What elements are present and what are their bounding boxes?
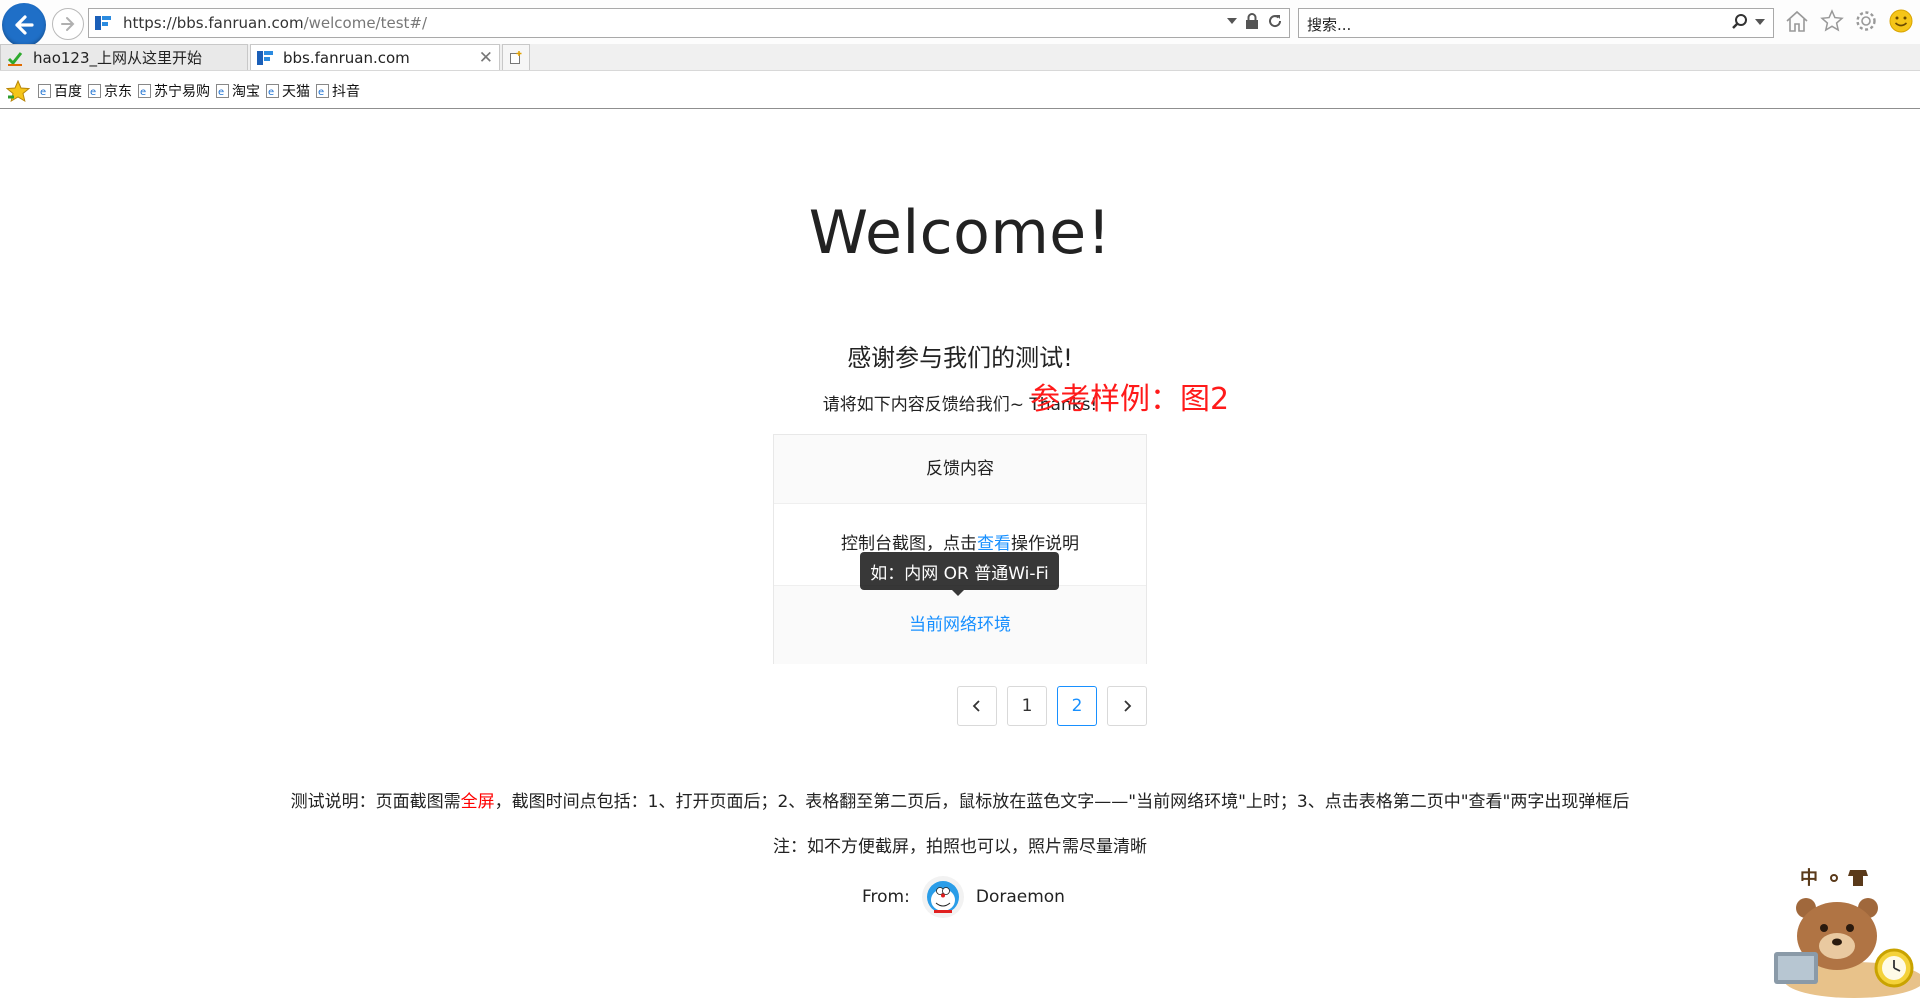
svg-text:e: e — [40, 87, 46, 98]
favorite-tmall[interactable]: e 天猫 — [266, 81, 310, 101]
page-content: Welcome! 感谢参与我们的测试! 请将如下内容反馈给我们~ Thanks!… — [0, 110, 1920, 1002]
page-icon: e — [38, 84, 51, 98]
new-tab-icon — [510, 50, 522, 64]
note-text: ，截图时间点包括：1、打开页面后；2、表格翻至第二页后，鼠标放在蓝色文字——"当… — [494, 792, 1630, 812]
svg-text:e: e — [318, 87, 324, 98]
favorite-baidu[interactable]: e 百度 — [38, 81, 82, 101]
prev-page-button[interactable] — [957, 686, 997, 726]
fullscreen-highlight: 全屏 — [460, 792, 495, 812]
search-placeholder: 搜索... — [1307, 16, 1352, 34]
search-icon[interactable] — [1731, 13, 1749, 31]
fanruan-favicon-icon — [95, 16, 111, 30]
favorites-center-icon[interactable] — [6, 80, 30, 102]
row-text: 操作说明 — [1011, 534, 1079, 554]
tab-fanruan[interactable]: bbs.fanruan.com ✕ — [250, 44, 500, 70]
forward-arrow-icon — [61, 17, 75, 31]
feedback-request: 请将如下内容反馈给我们~ Thanks! — [822, 395, 1098, 415]
doraemon-avatar-icon — [926, 881, 959, 913]
tab-hao123[interactable]: hao123_上网从这里开始 — [0, 44, 248, 70]
favorite-taobao[interactable]: e 淘宝 — [216, 81, 260, 101]
tab-label: hao123_上网从这里开始 — [33, 49, 203, 67]
photo-note: 注：如不方便截屏，拍照也可以，照片需尽量清晰 — [773, 837, 1147, 857]
favorite-label: 京东 — [104, 84, 132, 100]
page-icon: e — [88, 84, 101, 98]
chevron-left-icon — [972, 700, 980, 712]
favorite-label: 苏宁易购 — [154, 84, 210, 100]
network-env-link[interactable]: 当前网络环境 — [909, 615, 1011, 635]
address-bar-icons — [1227, 13, 1283, 29]
page-icon: e — [138, 84, 151, 98]
favorites-bar: e 百度 e 京东 e 苏宁易购 e 淘宝 e 天猫 e 抖音 — [0, 72, 1920, 109]
favorite-label: 百度 — [54, 84, 82, 100]
settings-gear-icon[interactable] — [1854, 9, 1878, 33]
sample-annotation: 参考样例：图2 — [1030, 382, 1230, 417]
next-page-button[interactable] — [1107, 686, 1147, 726]
ime-mascot-widget[interactable]: 中 — [1764, 862, 1920, 1002]
page-icon: e — [216, 84, 229, 98]
pagination: 1 2 — [957, 686, 1147, 726]
from-label: From: — [862, 887, 910, 907]
browser-chrome: https://bbs.fanruan.com/welcome/test#/ 搜… — [0, 0, 1920, 110]
dropdown-icon[interactable] — [1227, 17, 1237, 25]
page-icon: e — [266, 84, 279, 98]
svg-text:e: e — [90, 87, 96, 98]
fanruan-favicon-icon — [257, 50, 273, 65]
favorite-label: 淘宝 — [232, 84, 260, 100]
favorite-label: 天猫 — [282, 84, 310, 100]
url-host: https://bbs.fanruan.com — [123, 14, 304, 32]
tooltip-text: 如：内网 OR 普通Wi-Fi — [870, 563, 1049, 584]
note-text: 测试说明：页面截图需 — [290, 792, 461, 812]
svg-text:e: e — [218, 87, 224, 98]
favorite-suning[interactable]: e 苏宁易购 — [138, 81, 210, 101]
page-1-button[interactable]: 1 — [1007, 686, 1047, 726]
favorites-star-icon[interactable] — [1820, 9, 1844, 33]
view-link[interactable]: 查看 — [977, 534, 1011, 554]
back-arrow-icon — [15, 15, 34, 35]
address-row: https://bbs.fanruan.com/welcome/test#/ 搜… — [0, 0, 1920, 47]
from-name: Doraemon — [975, 887, 1065, 907]
refresh-icon[interactable] — [1267, 13, 1283, 29]
svg-text:e: e — [268, 87, 274, 98]
svg-text:e: e — [140, 87, 146, 98]
ime-mode-label: 中 — [1800, 867, 1818, 889]
thanks-heading: 感谢参与我们的测试! — [847, 344, 1073, 372]
url-text[interactable]: https://bbs.fanruan.com/welcome/test#/ — [123, 14, 427, 32]
smiley-feedback-icon[interactable] — [1888, 8, 1914, 34]
favorite-label: 抖音 — [332, 84, 360, 100]
tab-label: bbs.fanruan.com — [283, 48, 410, 67]
page-2-button[interactable]: 2 — [1057, 686, 1097, 726]
favorites-list: e 百度 e 京东 e 苏宁易购 e 淘宝 e 天猫 e 抖音 — [38, 81, 360, 101]
row-text: 控制台截图，点击 — [841, 534, 977, 554]
url-path: /welcome/test#/ — [303, 14, 428, 32]
avatar — [921, 876, 964, 918]
from-row: From: Doraemon — [862, 876, 1065, 918]
lock-icon[interactable] — [1245, 13, 1259, 29]
network-tooltip: 如：内网 OR 普通Wi-Fi — [860, 552, 1059, 596]
page-title: Welcome! — [808, 198, 1112, 268]
back-button[interactable] — [2, 3, 46, 47]
home-icon[interactable] — [1784, 9, 1810, 33]
forward-button[interactable] — [52, 8, 84, 40]
browser-tools — [1784, 8, 1914, 34]
tab-strip: hao123_上网从这里开始 bbs.fanruan.com ✕ — [0, 44, 1920, 71]
search-dropdown-icon[interactable] — [1755, 18, 1765, 26]
table-row: 当前网络环境 — [774, 586, 1146, 664]
table-header: 反馈内容 — [774, 435, 1146, 504]
search-bar[interactable]: 搜索... — [1298, 8, 1774, 38]
test-instructions: 测试说明：页面截图需全屏，截图时间点包括：1、打开页面后；2、表格翻至第二页后，… — [0, 787, 1920, 812]
search-icons — [1731, 13, 1765, 31]
favorite-jd[interactable]: e 京东 — [88, 81, 132, 101]
feedback-table: 反馈内容 控制台截图，点击查看操作说明 当前网络环境 — [773, 434, 1147, 664]
page-icon: e — [316, 84, 329, 98]
chevron-right-icon — [1124, 700, 1132, 712]
address-bar[interactable]: https://bbs.fanruan.com/welcome/test#/ — [88, 8, 1290, 38]
tooltip-arrow — [952, 590, 964, 596]
new-tab-button[interactable] — [502, 44, 530, 70]
hao123-favicon-icon — [7, 51, 23, 66]
close-tab-icon[interactable]: ✕ — [479, 48, 493, 68]
favorite-douyin[interactable]: e 抖音 — [316, 81, 360, 101]
bear-mascot-icon: 中 — [1774, 867, 1920, 998]
